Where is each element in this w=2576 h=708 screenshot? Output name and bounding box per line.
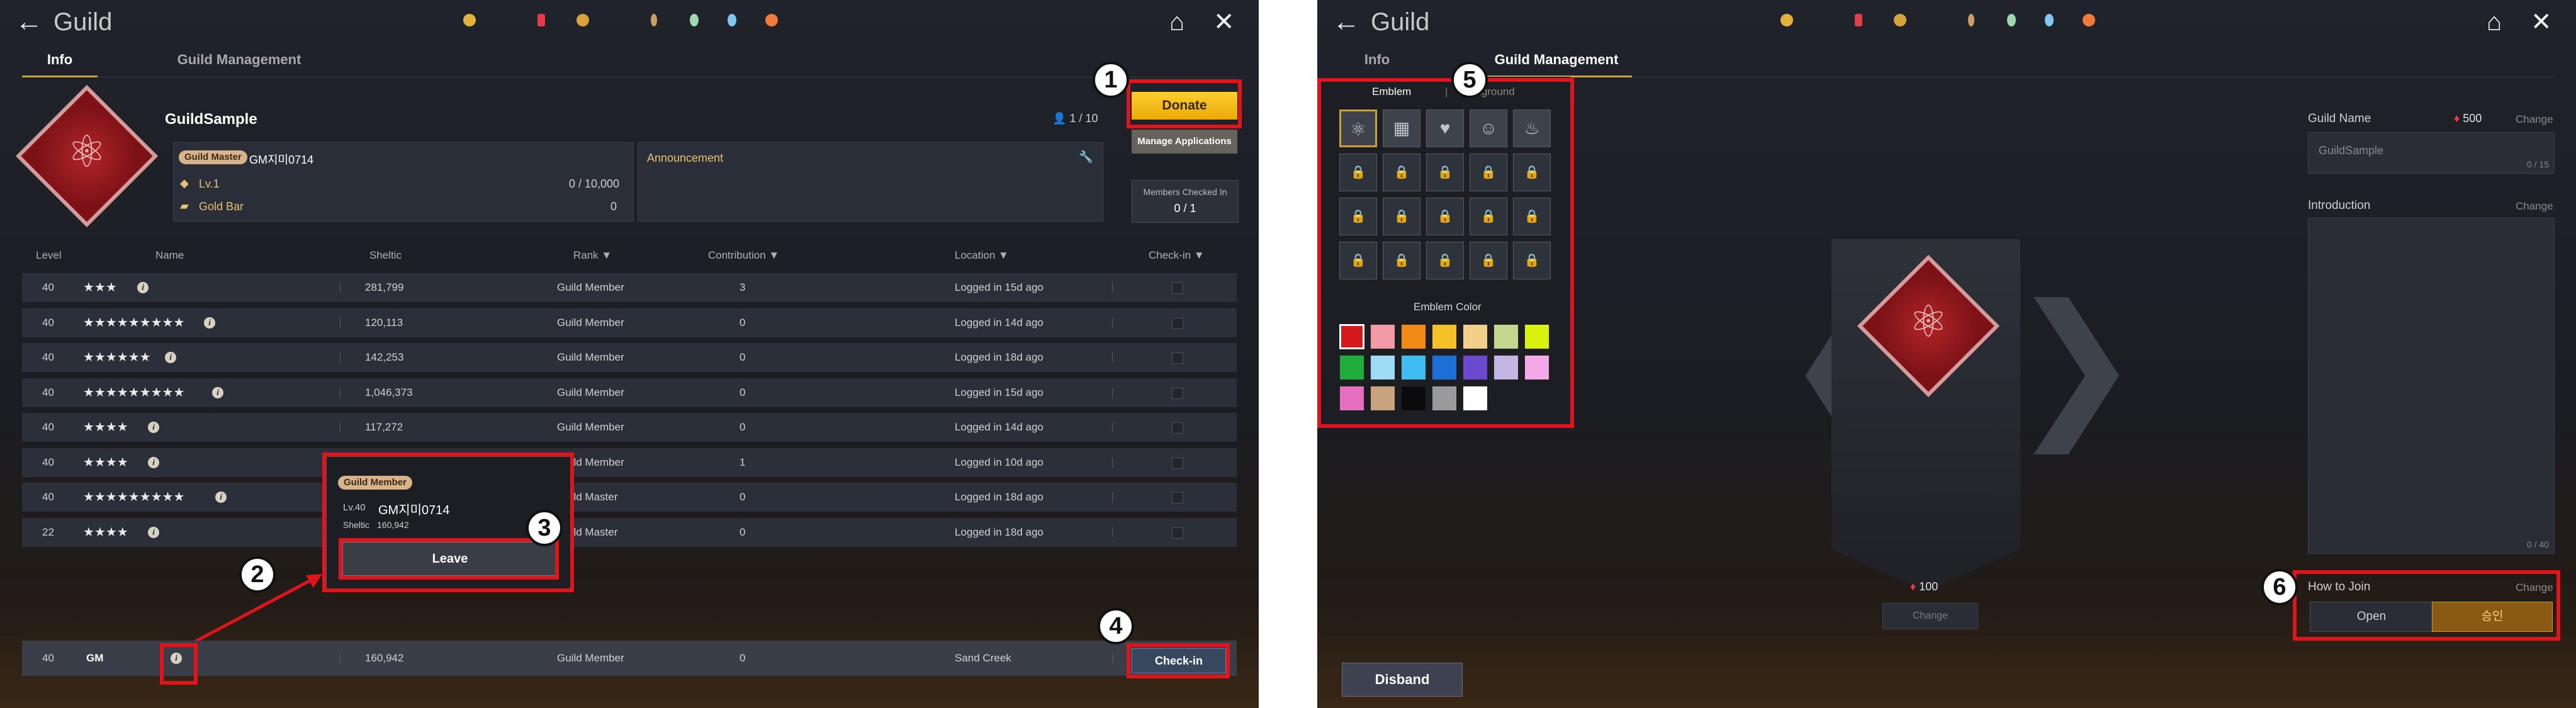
disband-button[interactable]: Disband (1342, 663, 1463, 697)
introduction-input[interactable]: 0 / 40 (2308, 218, 2555, 554)
back-arrow-icon[interactable]: ← (1332, 6, 1360, 38)
guild-name-value: GuildSample (2319, 144, 2384, 157)
column-separator (1112, 653, 1113, 663)
red-gem-icon: ♦ (2454, 112, 2460, 125)
close-icon[interactable]: ✕ (2531, 6, 2552, 38)
screen-title: Guild (1371, 8, 1430, 36)
tab-bar: Info Guild Management (1339, 44, 2554, 77)
banner-change-button[interactable]: Change (1882, 603, 1978, 629)
guild-name-cost: ♦ 500 (2454, 112, 2482, 125)
introduction-count: 0 / 40 (2526, 539, 2549, 549)
guild-name-label: Guild Name (2308, 112, 2371, 125)
atom-icon: ⚛ (1908, 297, 1949, 346)
callout-number-5: 5 (1451, 62, 1488, 98)
red-gem-icon (1855, 14, 1862, 26)
my-member-row[interactable]: 40 GM i 160,942 Guild Member 0 Sand Cree… (22, 641, 1237, 676)
callout-number-6: 6 (2261, 569, 2298, 605)
tab-info[interactable]: Info (1339, 44, 1415, 76)
my-contribution: 0 (740, 652, 746, 664)
introduction-change-button[interactable]: Change (2516, 200, 2553, 213)
my-level: 40 (42, 652, 54, 664)
gold-bar-icon (1894, 14, 1906, 26)
guild-name-input[interactable]: GuildSample 0 / 15 (2308, 132, 2555, 174)
callout-box-4 (1127, 643, 1230, 678)
my-sheltic: 160,942 (365, 652, 404, 664)
callout-box-5 (1317, 78, 1574, 428)
my-location: Sand Creek (955, 652, 1011, 664)
introduction-label: Introduction (2308, 199, 2371, 212)
guild-name-change-button[interactable]: Change (2516, 113, 2553, 126)
green-crystal-icon (2007, 14, 2016, 26)
callout-number-4: 4 (1098, 608, 1134, 644)
my-rank: Guild Member (557, 652, 624, 664)
blue-crystal-icon (2045, 14, 2054, 26)
ticket-icon (1968, 14, 1974, 26)
top-bar: ← Guild ⌂ ✕ (1317, 0, 2576, 44)
banner-cost: ♦ 100 (1910, 580, 1938, 593)
guild-name-count: 0 / 15 (2526, 159, 2549, 169)
right-wing-decoration: ❯ (2010, 274, 2142, 450)
coin-icon (1780, 14, 1793, 26)
callout-arrow (181, 574, 322, 650)
callout-box-2 (160, 643, 198, 685)
star-token-icon (2083, 14, 2095, 26)
my-name: GM (86, 652, 104, 664)
home-icon[interactable]: ⌂ (2487, 6, 2502, 38)
callout-box-6 (2293, 570, 2560, 641)
red-gem-icon: ♦ (1910, 580, 1916, 593)
guild-info-screen: ← Guild ⌂ ✕ Info Guild Management ⚛ Guil… (0, 0, 1259, 708)
tab-guild-management[interactable]: Guild Management (1481, 44, 1632, 77)
